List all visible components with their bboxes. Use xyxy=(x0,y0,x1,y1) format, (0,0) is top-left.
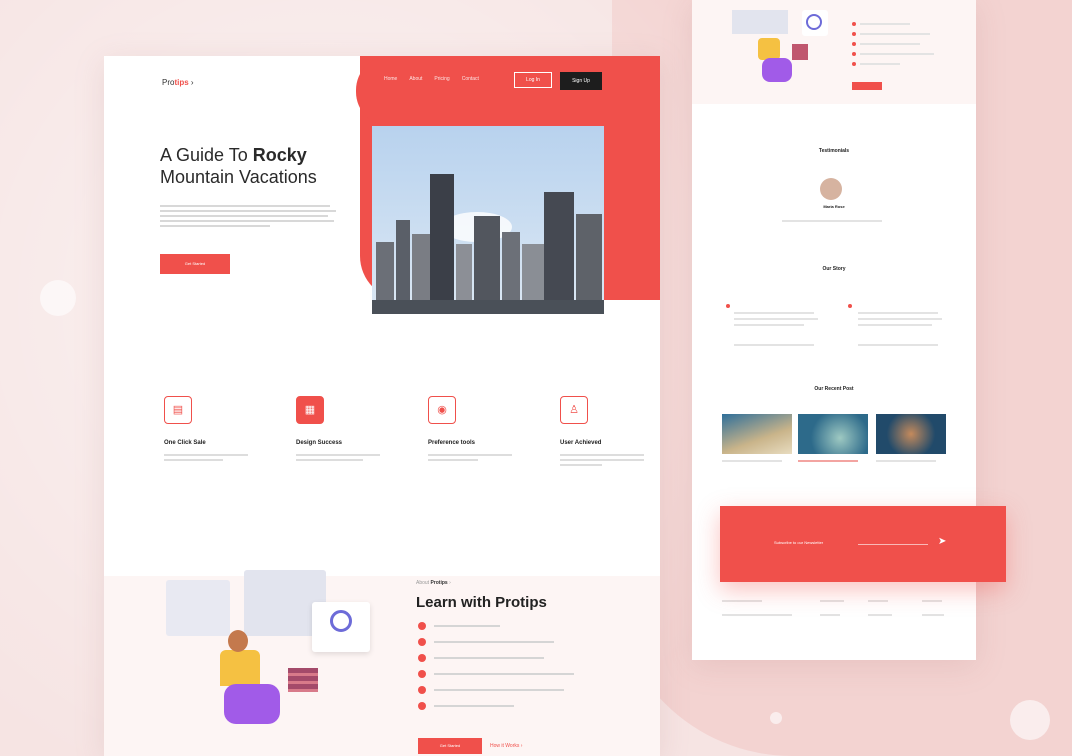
person-head-illustration xyxy=(228,630,248,652)
testimonial-person: Maria Rose xyxy=(823,204,845,209)
check-icon xyxy=(418,654,426,662)
post-thumbnail[interactable] xyxy=(876,414,946,454)
learn-eyebrow-brand: Protips xyxy=(430,580,448,586)
newsletter-email-input[interactable] xyxy=(858,544,928,545)
post-thumbnail[interactable] xyxy=(798,414,868,454)
bokeh-dot xyxy=(1010,700,1050,740)
nav-item-pricing[interactable]: Pricing xyxy=(434,76,449,82)
testimonial-title: Testimonials xyxy=(818,148,850,154)
landing-page-mockup: Protips › Home About Pricing Contact Log… xyxy=(104,56,660,756)
learn-eyebrow: About Protips › xyxy=(416,580,451,586)
books-illustration xyxy=(792,44,808,60)
side-cta-button[interactable] xyxy=(852,82,882,90)
checklist-item xyxy=(418,686,574,694)
person-legs-illustration xyxy=(762,58,792,82)
logo-prefix: Pro xyxy=(162,78,175,87)
hero-title-line2: Mountain Vacations xyxy=(160,167,317,187)
how-it-works-link[interactable]: How it Works › xyxy=(490,743,522,749)
signup-button[interactable]: Sign Up xyxy=(560,72,602,90)
illustration-panel xyxy=(732,10,788,34)
learn-checklist xyxy=(418,622,574,718)
hero-cta-button[interactable]: Get Started xyxy=(160,254,230,274)
feature-card: ◉ Preference tools xyxy=(428,396,512,469)
how-it-works-label: How it Works xyxy=(490,743,520,749)
person-illustration xyxy=(220,650,260,686)
logo-suffix: tips xyxy=(174,78,189,87)
send-icon[interactable]: ➤ xyxy=(938,536,946,547)
feature-card: ♙ User Achieved xyxy=(560,396,644,469)
person-legs-illustration xyxy=(224,684,280,724)
feature-card: ▤ One Click Sale xyxy=(164,396,248,469)
feature-text xyxy=(560,454,644,466)
checklist-item xyxy=(418,654,574,662)
nav-item-about[interactable]: About xyxy=(409,76,422,82)
main-nav: Home About Pricing Contact xyxy=(384,76,479,82)
feature-title: One Click Sale xyxy=(164,440,206,446)
hero-title-plain: A Guide To xyxy=(160,145,253,165)
post-thumbnail[interactable] xyxy=(722,414,792,454)
login-button[interactable]: Log In xyxy=(514,72,552,88)
bokeh-dot xyxy=(770,712,782,724)
bokeh-dot xyxy=(40,280,76,316)
feature-card: ▦ Design Success xyxy=(296,396,380,469)
illustration-panel xyxy=(166,580,230,636)
books-illustration xyxy=(288,668,318,692)
checklist-item xyxy=(418,702,574,710)
person-illustration xyxy=(758,38,780,60)
checklist-item xyxy=(418,622,574,630)
hero-title: A Guide To Rocky Mountain Vacations xyxy=(160,144,350,188)
illustration-card xyxy=(312,602,370,652)
check-icon xyxy=(418,622,426,630)
features-row: ▤ One Click Sale ▦ Design Success ◉ Pref… xyxy=(164,396,644,469)
site-logo[interactable]: Protips › xyxy=(162,78,194,87)
feature-title: Preference tools xyxy=(428,440,476,446)
check-icon xyxy=(418,638,426,646)
check-icon xyxy=(418,686,426,694)
learn-cta-button[interactable]: Get Started xyxy=(418,738,482,754)
newsletter-title: Subscribe to our Newsletter xyxy=(774,540,824,545)
document-icon: ▤ xyxy=(164,396,192,424)
feature-title: Design Success xyxy=(296,440,343,446)
feature-text xyxy=(296,454,380,461)
hero-title-bold: Rocky xyxy=(252,145,307,165)
learn-eyebrow-prefix: About xyxy=(416,580,431,586)
check-icon xyxy=(418,670,426,678)
check-icon xyxy=(418,702,426,710)
avatar xyxy=(820,178,842,200)
feature-title: User Achieved xyxy=(560,440,602,446)
checklist-item xyxy=(418,638,574,646)
grid-icon: ▦ xyxy=(296,396,324,424)
newsletter-banner: Subscribe to our Newsletter ➤ xyxy=(720,506,1006,582)
checklist-item xyxy=(418,670,574,678)
user-icon: ♙ xyxy=(560,396,588,424)
eye-icon: ◉ xyxy=(428,396,456,424)
nav-item-home[interactable]: Home xyxy=(384,76,397,82)
nav-item-contact[interactable]: Contact xyxy=(462,76,479,82)
story-title: Our Story xyxy=(822,266,846,272)
learn-title: Learn with Protips xyxy=(416,594,547,611)
recent-posts-title: Our Recent Post xyxy=(814,386,854,392)
hero-description xyxy=(160,202,340,230)
feature-text xyxy=(428,454,512,461)
city-skyline-photo xyxy=(372,126,604,314)
feature-text xyxy=(164,454,248,461)
